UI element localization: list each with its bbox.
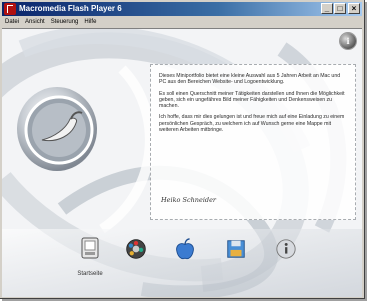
flash-stage: i Dieses Miniportfolio bietet eine klein… [2,28,362,297]
intro-paragraph: Ich hoffe, dass mir dies gelungen ist un… [159,114,345,134]
apple-icon[interactable] [174,236,196,262]
menu-ansicht[interactable]: Ansicht [22,17,48,27]
nav-label-startseite: Startseite [77,271,103,277]
chili-pepper-icon [24,95,94,165]
menu-steuerung[interactable]: Steuerung [48,17,82,27]
film-reel-icon[interactable] [125,236,147,262]
signature: Heiko Schneider [161,196,217,204]
menu-bar: Datei Ansicht Steuerung Hilfe [2,17,362,27]
close-button[interactable]: × [348,3,360,14]
title-bar[interactable]: Macromedia Flash Player 6 _ □ × [2,2,362,16]
home-icon[interactable] [79,236,101,262]
intro-paragraph: Es soll einen Querschnitt meiner Tätigke… [159,90,345,110]
flash-player-icon [4,3,16,15]
window-title: Macromedia Flash Player 6 [19,4,122,13]
minimize-button[interactable]: _ [321,3,333,14]
intro-text-panel: Dieses Miniportfolio bietet eine kleine … [150,64,356,220]
menu-hilfe[interactable]: Hilfe [81,17,99,27]
disk-icon[interactable] [225,236,247,262]
info-icon[interactable]: i [340,33,356,49]
intro-paragraph: Dieses Miniportfolio bietet eine kleine … [159,73,341,86]
maximize-button[interactable]: □ [334,3,346,14]
menu-datei[interactable]: Datei [2,17,22,27]
flash-player-window: Macromedia Flash Player 6 _ □ × Datei Ans… [0,0,365,299]
info-circle-icon[interactable] [275,236,297,262]
